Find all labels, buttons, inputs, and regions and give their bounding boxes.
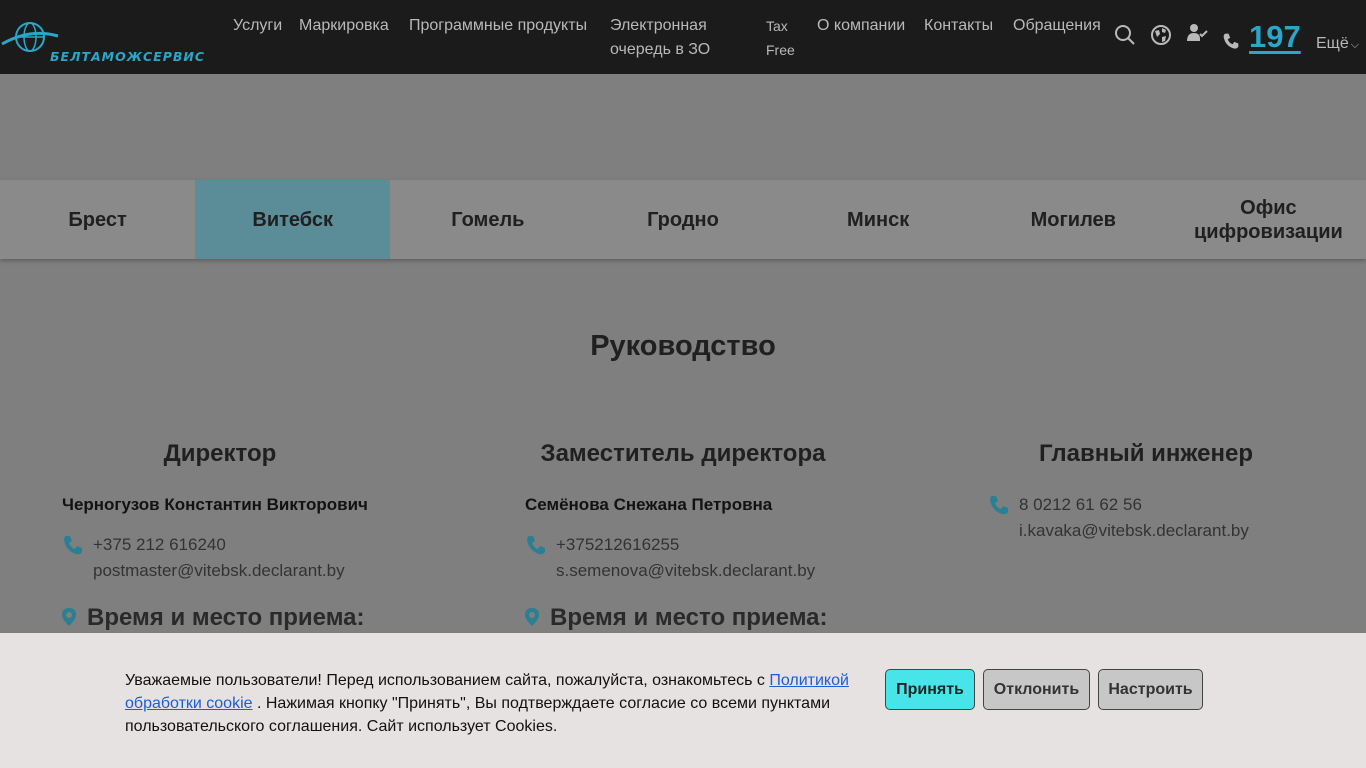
tab-brest[interactable]: Брест xyxy=(0,180,195,259)
reception-title: Время и место приема: xyxy=(62,604,482,632)
location-pin-icon xyxy=(62,608,76,626)
nav-item-electronic-queue[interactable]: Электронная очередь в ЗО xyxy=(610,14,710,62)
phone-icon xyxy=(64,536,82,555)
contact-phone[interactable]: 8 0212 61 62 56 xyxy=(1019,492,1366,518)
management-chief-engineer: Главный инженер 8 0212 61 62 56 i.kavaka… xyxy=(988,436,1366,544)
cookie-text: Уважаемые пользователи! Перед использова… xyxy=(125,669,870,738)
contact-block: +375212616255 s.semenova@vitebsk.declara… xyxy=(525,532,945,584)
nav-item-electronic-queue-line1: Электронная xyxy=(610,17,707,34)
position-title: Главный инженер xyxy=(1039,440,1253,467)
nav-item-electronic-queue-line2: очередь в ЗО xyxy=(610,41,711,58)
search-icon[interactable] xyxy=(1114,24,1136,46)
contact-email[interactable]: s.semenova@vitebsk.declarant.by xyxy=(556,558,945,584)
reception-title-text: Время и место приема: xyxy=(550,604,828,631)
person-name: Черногузов Константин Викторович xyxy=(62,495,368,514)
settings-button[interactable]: Настроить xyxy=(1098,669,1203,710)
reception-title: Время и место приема: xyxy=(525,604,945,632)
management-director: Директор Черногузов Константин Викторови… xyxy=(62,436,482,632)
tab-vitebsk[interactable]: Витебск xyxy=(195,180,391,259)
phone-icon xyxy=(1223,33,1239,49)
short-phone-number[interactable]: 197 xyxy=(1249,20,1301,54)
contact-phone[interactable]: +375212616255 xyxy=(556,532,945,558)
decline-button[interactable]: Отклонить xyxy=(983,669,1090,710)
globe-icon[interactable] xyxy=(1150,24,1172,46)
reception-title-text: Время и место приема: xyxy=(87,604,365,631)
tab-digitalization-office[interactable]: Офис цифровизации xyxy=(1171,180,1366,259)
contact-email[interactable]: postmaster@vitebsk.declarant.by xyxy=(93,558,482,584)
section-title: Руководство xyxy=(590,330,776,362)
nav-item-marking[interactable]: Маркировка xyxy=(299,14,389,38)
tab-mogilev[interactable]: Могилев xyxy=(976,180,1171,259)
chevron-down-icon: ⌵ xyxy=(1350,39,1360,51)
nav-item-tax-free-line2: Free xyxy=(766,42,795,58)
management-deputy-director: Заместитель директора Семёнова Снежана П… xyxy=(525,436,945,632)
nav-item-tax-free[interactable]: Tax Free xyxy=(766,14,795,62)
tab-grodno[interactable]: Гродно xyxy=(585,180,780,259)
phone-icon xyxy=(990,496,1008,515)
contact-block: +375 212 616240 postmaster@vitebsk.decla… xyxy=(62,532,482,584)
logo[interactable]: БЕЛТАМОЖСЕРВИС xyxy=(0,14,204,64)
tab-gomel[interactable]: Гомель xyxy=(390,180,585,259)
position-title: Директор xyxy=(163,440,277,467)
position-title: Заместитель директора xyxy=(540,440,826,467)
logo-text: БЕЛТАМОЖСЕРВИС xyxy=(50,49,206,64)
city-tabs: Брест Витебск Гомель Гродно Минск Могиле… xyxy=(0,180,1366,259)
tab-minsk[interactable]: Минск xyxy=(781,180,976,259)
nav-item-appeals[interactable]: Обращения xyxy=(1013,14,1101,38)
user-check-icon[interactable] xyxy=(1186,22,1208,44)
site-header: БЕЛТАМОЖСЕРВИС Услуги Маркировка Програм… xyxy=(0,0,1366,74)
more-menu[interactable]: Ещё ⌵ xyxy=(1316,32,1359,57)
location-pin-icon xyxy=(525,608,539,626)
contact-phone[interactable]: +375 212 616240 xyxy=(93,532,482,558)
nav-item-tax-free-line1: Tax xyxy=(766,18,788,34)
phone-icon xyxy=(527,536,545,555)
contact-email[interactable]: i.kavaka@vitebsk.declarant.by xyxy=(1019,518,1366,544)
cookie-text-before: Уважаемые пользователи! Перед использова… xyxy=(125,672,770,689)
nav-item-contacts[interactable]: Контакты xyxy=(924,14,993,38)
nav-item-software[interactable]: Программные продукты xyxy=(409,14,587,38)
accept-button[interactable]: Принять xyxy=(885,669,975,710)
person-name: Семёнова Снежана Петровна xyxy=(525,495,773,514)
nav-item-services[interactable]: Услуги xyxy=(233,14,282,38)
contact-block: 8 0212 61 62 56 i.kavaka@vitebsk.declara… xyxy=(988,492,1366,544)
nav-item-about[interactable]: О компании xyxy=(817,14,905,38)
cookie-banner: Уважаемые пользователи! Перед использова… xyxy=(0,633,1366,768)
more-menu-label: Ещё xyxy=(1316,35,1349,52)
